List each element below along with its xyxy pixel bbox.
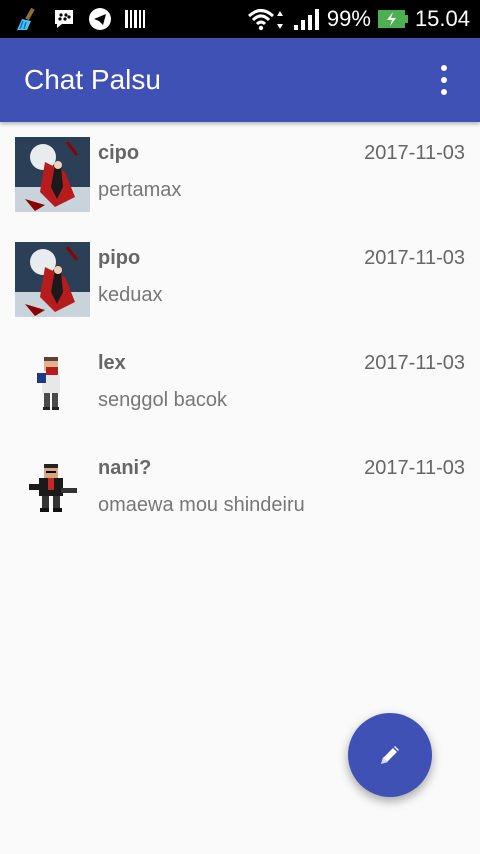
- chat-name: nani?: [98, 457, 152, 479]
- chat-item[interactable]: cipo 2017-11-03 pertamax: [0, 122, 480, 227]
- battery-percent: 99%: [326, 6, 371, 31]
- chat-date: 2017-11-03: [364, 142, 465, 164]
- clock: 15.04: [414, 6, 470, 31]
- signal-icon: [293, 7, 321, 31]
- chat-date: 2017-11-03: [364, 247, 465, 269]
- pixel-gunman-avatar: [15, 452, 90, 527]
- broom-icon: [14, 7, 40, 31]
- chat-date: 2017-11-03: [364, 352, 465, 374]
- chat-message: keduax: [98, 284, 163, 306]
- wifi-icon: [247, 7, 287, 31]
- more-vert-icon[interactable]: [432, 60, 456, 100]
- chat-message: senggol bacok: [98, 389, 227, 411]
- chat-message: pertamax: [98, 179, 182, 201]
- chat-message: omaewa mou shindeiru: [98, 494, 305, 516]
- chat-item[interactable]: lex 2017-11-03 senggol bacok: [0, 332, 480, 437]
- pixel-bandit-avatar: [15, 347, 90, 422]
- bbm-icon: [52, 7, 76, 31]
- chat-name: cipo: [98, 142, 140, 164]
- compose-button[interactable]: [348, 713, 432, 797]
- chat-date: 2017-11-03: [364, 457, 465, 479]
- telegram-icon: [88, 7, 112, 31]
- battery-charging-icon: [377, 7, 409, 31]
- app-title: Chat Palsu: [24, 64, 161, 95]
- barcode-icon: [124, 7, 146, 31]
- chat-list: cipo 2017-11-03 pertamax pipo 2017-11-03…: [0, 122, 480, 542]
- chat-item[interactable]: nani? 2017-11-03 omaewa mou shindeiru: [0, 437, 480, 542]
- status-bar: 99% 15.04: [0, 0, 480, 38]
- chat-name: pipo: [98, 247, 141, 269]
- pencil-icon: [374, 739, 406, 771]
- chat-item[interactable]: pipo 2017-11-03 keduax: [0, 227, 480, 332]
- chat-name: lex: [98, 352, 126, 374]
- app-bar: Chat Palsu: [0, 38, 480, 122]
- anime-girl-avatar: [15, 137, 90, 212]
- anime-girl-avatar: [15, 242, 90, 317]
